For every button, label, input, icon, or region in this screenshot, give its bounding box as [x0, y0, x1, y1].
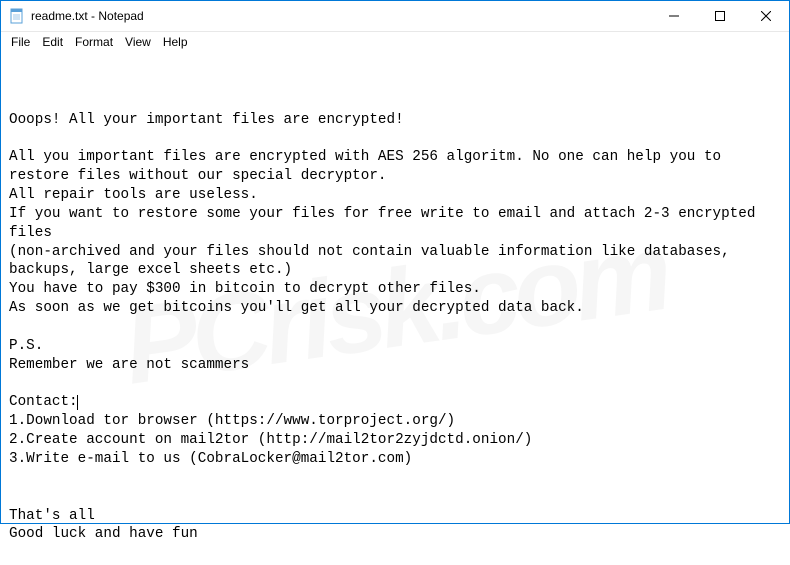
- menubar: File Edit Format View Help: [1, 32, 789, 52]
- line: Remember we are not scammers: [9, 357, 249, 373]
- maximize-icon: [715, 11, 725, 21]
- text-area[interactable]: PCrisk.com Ooops! All your important fil…: [1, 52, 789, 565]
- minimize-button[interactable]: [651, 1, 697, 31]
- line: Good luck and have fun: [9, 526, 198, 542]
- minimize-icon: [669, 11, 679, 21]
- line: All repair tools are useless.: [9, 187, 258, 203]
- close-button[interactable]: [743, 1, 789, 31]
- line: 2.Create account on mail2tor (http://mai…: [9, 432, 532, 448]
- menu-view[interactable]: View: [119, 34, 157, 50]
- window-title: readme.txt - Notepad: [31, 9, 651, 23]
- line: If you want to restore some your files f…: [9, 206, 764, 241]
- line: All you important files are encrypted wi…: [9, 149, 730, 184]
- line: Contact:: [9, 394, 78, 410]
- document-body: Ooops! All your important files are encr…: [9, 111, 781, 545]
- maximize-button[interactable]: [697, 1, 743, 31]
- titlebar: readme.txt - Notepad: [1, 1, 789, 32]
- line: Ooops! All your important files are encr…: [9, 112, 404, 128]
- menu-format[interactable]: Format: [69, 34, 119, 50]
- line: You have to pay $300 in bitcoin to decry…: [9, 281, 481, 297]
- line: That's all: [9, 508, 95, 524]
- line: (non-archived and your files should not …: [9, 244, 738, 279]
- menu-file[interactable]: File: [5, 34, 36, 50]
- text-caret: [77, 395, 78, 410]
- menu-help[interactable]: Help: [157, 34, 194, 50]
- window-controls: [651, 1, 789, 31]
- line: As soon as we get bitcoins you'll get al…: [9, 300, 584, 316]
- line: 3.Write e-mail to us (CobraLocker@mail2t…: [9, 451, 412, 467]
- line: 1.Download tor browser (https://www.torp…: [9, 413, 455, 429]
- line: P.S.: [9, 338, 43, 354]
- notepad-app-icon: [9, 8, 25, 24]
- menu-edit[interactable]: Edit: [36, 34, 69, 50]
- close-icon: [761, 11, 771, 21]
